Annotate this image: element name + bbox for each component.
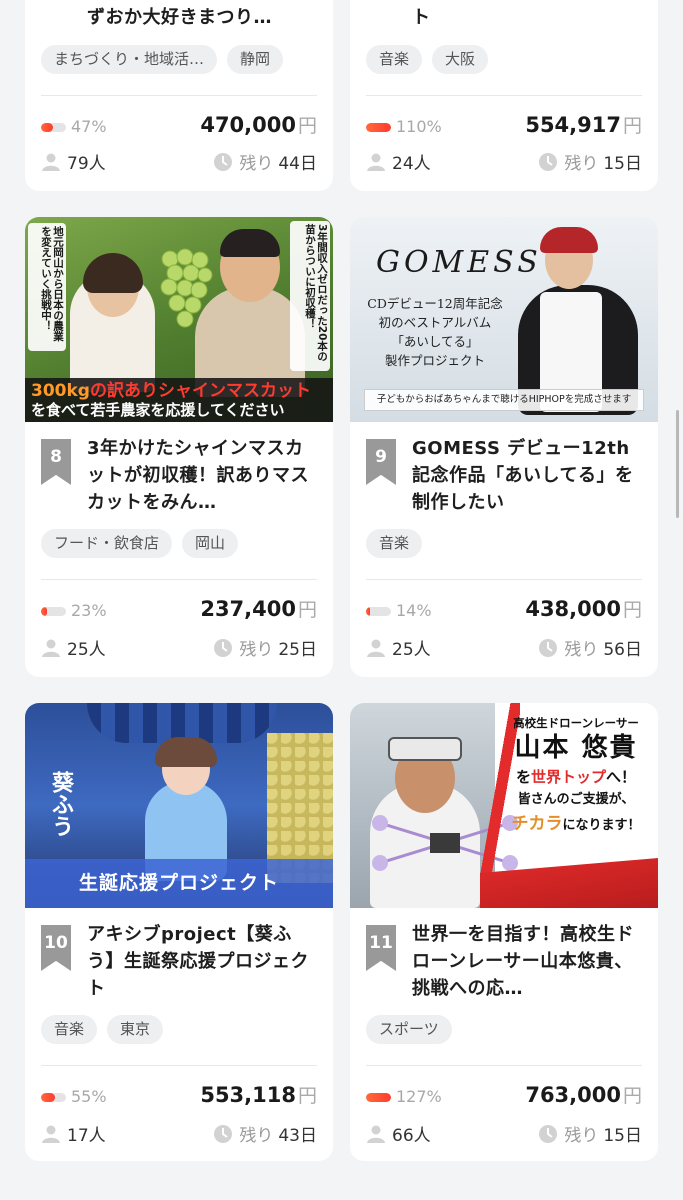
divider bbox=[366, 95, 642, 96]
progress-bar bbox=[366, 123, 391, 132]
project-card-2[interactable]: ト 音楽 大阪 110% 554,917 円 24人 残り 15日 bbox=[350, 0, 658, 191]
tag-list: 音楽 大阪 bbox=[366, 45, 489, 74]
person-icon bbox=[42, 639, 60, 657]
category-tag[interactable]: スポーツ bbox=[366, 1015, 452, 1044]
supporters: 25人 bbox=[41, 635, 106, 660]
supporters: 17人 bbox=[41, 1121, 106, 1146]
divider bbox=[366, 579, 642, 580]
clock-icon bbox=[214, 638, 233, 657]
rank-badge: 11 bbox=[366, 925, 396, 971]
region-tag[interactable]: 大阪 bbox=[432, 45, 489, 74]
funded-amount: 554,917 円 bbox=[525, 113, 642, 137]
progress-percent: 110% bbox=[396, 117, 442, 136]
region-tag[interactable]: 静岡 bbox=[227, 45, 284, 74]
clock-icon bbox=[214, 1124, 233, 1143]
remaining-days: 残り 56日 bbox=[538, 635, 642, 660]
category-tag[interactable]: 音楽 bbox=[366, 529, 423, 558]
remaining-days: 残り 25日 bbox=[213, 635, 317, 660]
person-icon bbox=[367, 1125, 385, 1143]
image-banner: 生誕応援プロジェクト bbox=[25, 859, 333, 908]
tag-list: まちづくり・地域活… 静岡 bbox=[41, 45, 284, 74]
project-thumbnail[interactable]: GOMESS CDデビュー12周年記念 初のベストアルバム 「あいしてる」 製作… bbox=[350, 217, 658, 422]
progress-percent: 55% bbox=[71, 1087, 107, 1106]
tag-list: 音楽 東京 bbox=[41, 1015, 164, 1044]
divider bbox=[41, 1065, 317, 1066]
image-bottom-caption: 子どもからおばあちゃんまで聴けるHIPHOPを完成させます bbox=[364, 389, 644, 411]
funded-amount: 553,118 円 bbox=[200, 1083, 317, 1107]
progress-percent: 14% bbox=[396, 601, 432, 620]
divider bbox=[41, 579, 317, 580]
remaining-days: 残り 44日 bbox=[213, 149, 317, 174]
funded-amount: 438,000 円 bbox=[525, 597, 642, 621]
right-caption: 3年間収入ゼロだった20本の苗からついに初収穫！ bbox=[290, 221, 330, 371]
project-title[interactable]: アキシブproject【葵ふう】生誕祭応援プロジェクト bbox=[87, 921, 319, 1002]
project-title[interactable]: 3年かけたシャインマスカットが初収穫！訳ありマスカットをみん… bbox=[87, 435, 319, 516]
category-tag[interactable]: 音楽 bbox=[41, 1015, 98, 1044]
supporters: 25人 bbox=[366, 635, 431, 660]
region-tag[interactable]: 東京 bbox=[107, 1015, 164, 1044]
rank-badge: 9 bbox=[366, 439, 396, 485]
funded-amount: 237,400 円 bbox=[200, 597, 317, 621]
project-card-10[interactable]: 葵ふう 生誕応援プロジェクト 10 アキシブproject【葵ふう】生誕祭応援プ… bbox=[25, 703, 333, 1161]
project-thumbnail[interactable]: 葵ふう 生誕応援プロジェクト bbox=[25, 703, 333, 908]
clock-icon bbox=[539, 638, 558, 657]
image-text: 高校生ドローンレーサー 山本 悠貴 を世界トップへ！ 皆さんのご支援が、 チカラ… bbox=[511, 716, 641, 834]
project-card-9[interactable]: GOMESS CDデビュー12周年記念 初のベストアルバム 「あいしてる」 製作… bbox=[350, 217, 658, 677]
progress-percent: 47% bbox=[71, 117, 107, 136]
tag-list: 音楽 bbox=[366, 529, 423, 558]
progress-bar bbox=[41, 607, 66, 616]
divider bbox=[41, 95, 317, 96]
supporters: 24人 bbox=[366, 149, 431, 174]
project-thumbnail[interactable]: 地元岡山から日本の農業を変えていく挑戦中！ 3年間収入ゼロだった20本の苗からつ… bbox=[25, 217, 333, 422]
remaining-days: 残り 15日 bbox=[538, 1121, 642, 1146]
person-icon bbox=[367, 153, 385, 171]
project-title[interactable]: ずおか大好きまつり… bbox=[87, 4, 319, 31]
divider bbox=[366, 1065, 642, 1066]
project-thumbnail[interactable]: 高校生ドローンレーサー 山本 悠貴 を世界トップへ！ 皆さんのご支援が、 チカラ… bbox=[350, 703, 658, 908]
album-caption: CDデビュー12周年記念 初のベストアルバム 「あいしてる」 製作プロジェクト bbox=[367, 296, 503, 368]
remaining-days: 残り 43日 bbox=[213, 1121, 317, 1146]
project-title[interactable]: 世界一を目指す！高校生ドローンレーサー山本悠貴、挑戦への応… bbox=[412, 921, 644, 1002]
funded-amount: 763,000 円 bbox=[525, 1083, 642, 1107]
clock-icon bbox=[214, 152, 233, 171]
remaining-days: 残り 15日 bbox=[538, 149, 642, 174]
category-tag[interactable]: フード・飲食店 bbox=[41, 529, 173, 558]
gomess-logo: GOMESS bbox=[376, 245, 542, 280]
funded-amount: 470,000 円 bbox=[200, 113, 317, 137]
progress-bar bbox=[366, 1093, 391, 1102]
region-tag[interactable]: 岡山 bbox=[182, 529, 239, 558]
rank-badge: 8 bbox=[41, 439, 71, 485]
left-caption: 地元岡山から日本の農業を変えていく挑戦中！ bbox=[28, 223, 66, 351]
project-title[interactable]: ト bbox=[412, 4, 644, 31]
category-tag[interactable]: 音楽 bbox=[366, 45, 423, 74]
category-tag[interactable]: まちづくり・地域活… bbox=[41, 45, 218, 74]
progress-bar bbox=[366, 607, 391, 616]
progress-percent: 23% bbox=[71, 601, 107, 620]
project-card-1[interactable]: ずおか大好きまつり… まちづくり・地域活… 静岡 47% 470,000 円 79… bbox=[25, 0, 333, 191]
progress-percent: 127% bbox=[396, 1087, 442, 1106]
project-title[interactable]: GOMESS デビュー12th記念作品「あいしてる」を制作したい bbox=[412, 435, 644, 516]
clock-icon bbox=[539, 1124, 558, 1143]
image-banner: 300kgの訳ありシャインマスカット を食べて若手農家を応援してください bbox=[25, 378, 333, 422]
supporters: 79人 bbox=[41, 149, 106, 174]
tag-list: スポーツ bbox=[366, 1015, 452, 1044]
scrollbar[interactable] bbox=[676, 410, 679, 518]
person-icon bbox=[42, 153, 60, 171]
rank-badge: 10 bbox=[41, 925, 71, 971]
progress-bar bbox=[41, 1093, 66, 1102]
person-icon bbox=[367, 639, 385, 657]
project-card-11[interactable]: 高校生ドローンレーサー 山本 悠貴 を世界トップへ！ 皆さんのご支援が、 チカラ… bbox=[350, 703, 658, 1161]
progress-bar bbox=[41, 123, 66, 132]
supporters: 66人 bbox=[366, 1121, 431, 1146]
person-icon bbox=[42, 1125, 60, 1143]
clock-icon bbox=[539, 152, 558, 171]
idol-name: 葵ふう bbox=[48, 771, 73, 837]
project-card-8[interactable]: 地元岡山から日本の農業を変えていく挑戦中！ 3年間収入ゼロだった20本の苗からつ… bbox=[25, 217, 333, 677]
tag-list: フード・飲食店 岡山 bbox=[41, 529, 239, 558]
